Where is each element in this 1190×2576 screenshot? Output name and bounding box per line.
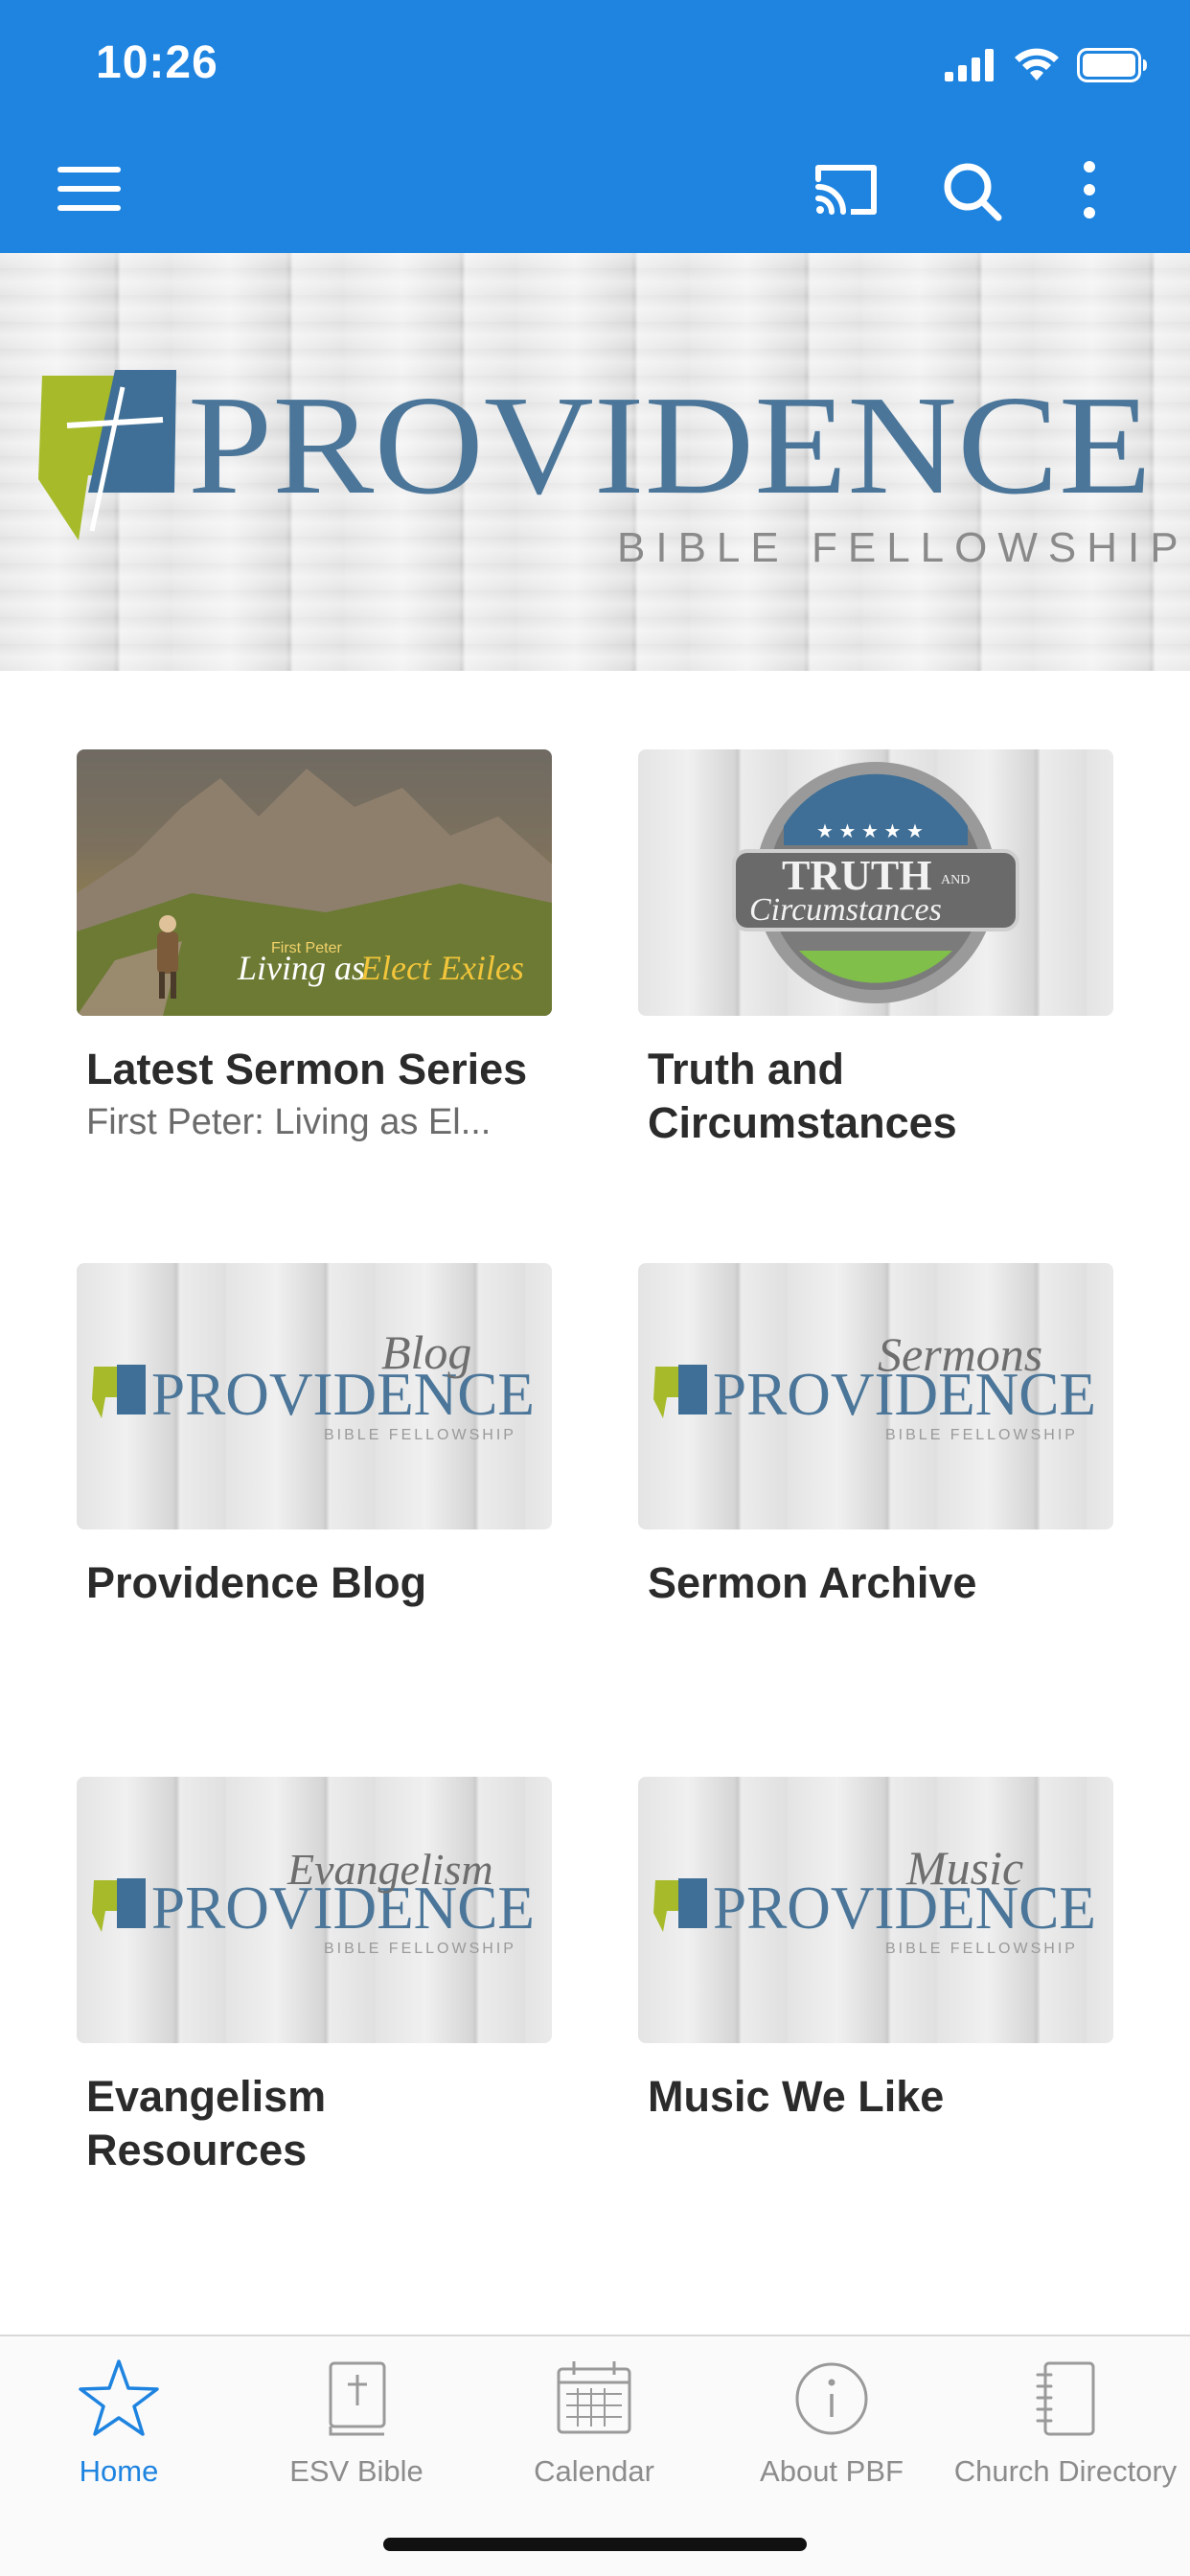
tile-sermon-archive[interactable]: PROVIDENCE BIBLE FELLOWSHIP Sermons Serm… xyxy=(638,1263,1113,1610)
cast-icon[interactable] xyxy=(812,158,880,221)
thumbnail-music: PROVIDENCE BIBLE FELLOWSHIP Music xyxy=(638,1777,1113,2043)
svg-text:Blog: Blog xyxy=(381,1325,471,1379)
tab-calendar[interactable]: Calendar xyxy=(475,2356,713,2489)
notebook-icon xyxy=(1036,2361,1095,2436)
tab-about-pbf[interactable]: About PBF xyxy=(713,2356,950,2489)
providence-logo: PROVIDENCE BIBLE FELLOWSHIP xyxy=(38,367,1189,571)
tab-church-directory[interactable]: Church Directory xyxy=(947,2356,1184,2489)
thumbnail-truth-and-circumstances: ★ ★ ★ ★ ★ TRUTH AND Circumstances xyxy=(638,749,1113,1016)
status-icons xyxy=(945,44,1148,86)
tab-label: ESV Bible xyxy=(289,2454,423,2488)
tab-label: Home xyxy=(79,2454,159,2488)
tile-evangelism-resources[interactable]: PROVIDENCE BIBLE FELLOWSHIP Evangelism E… xyxy=(77,1777,552,2177)
info-icon xyxy=(795,2362,868,2435)
tile-title: Providence Blog xyxy=(86,1558,427,1607)
wifi-icon xyxy=(1015,48,1059,80)
tile-title: Evangelism Resources xyxy=(86,2072,327,2174)
battery-icon xyxy=(1077,48,1147,82)
tile-title: Truth and Circumstances xyxy=(648,1045,957,1147)
thumbnail-sermons: PROVIDENCE BIBLE FELLOWSHIP Sermons xyxy=(638,1263,1113,1530)
tab-label: Calendar xyxy=(534,2454,654,2488)
signal-icon xyxy=(945,49,994,81)
more-options-icon[interactable] xyxy=(1065,158,1113,221)
svg-text:★ ★ ★ ★ ★: ★ ★ ★ ★ ★ xyxy=(816,821,924,842)
svg-text:Circumstances: Circumstances xyxy=(749,892,942,928)
tile-latest-sermon-series[interactable]: First Peter Living as Elect Exiles Lates… xyxy=(77,749,552,1144)
tab-label: Church Directory xyxy=(953,2454,1178,2488)
star-icon xyxy=(79,2359,159,2436)
tab-esv-bible[interactable]: ESV Bible xyxy=(238,2356,475,2489)
svg-text:PROVIDENCE: PROVIDENCE xyxy=(188,367,1152,524)
thumbnail-blog: PROVIDENCE BIBLE FELLOWSHIP Blog xyxy=(77,1263,552,1530)
svg-text:Evangelism: Evangelism xyxy=(286,1845,493,1894)
svg-text:Sermons: Sermons xyxy=(878,1327,1042,1381)
tab-home[interactable]: Home xyxy=(0,2356,238,2489)
hero-banner: PROVIDENCE BIBLE FELLOWSHIP xyxy=(0,253,1190,671)
svg-text:BIBLE FELLOWSHIP: BIBLE FELLOWSHIP xyxy=(324,1941,516,1957)
svg-text:BIBLE FELLOWSHIP: BIBLE FELLOWSHIP xyxy=(885,1941,1078,1957)
home-indicator xyxy=(383,2538,807,2551)
status-time: 10:26 xyxy=(96,37,218,88)
svg-text:Elect Exiles: Elect Exiles xyxy=(359,949,524,987)
tile-music-we-like[interactable]: PROVIDENCE BIBLE FELLOWSHIP Music Music … xyxy=(638,1777,1113,2124)
svg-text:PROVIDENCE: PROVIDENCE xyxy=(151,1360,535,1428)
svg-text:Music: Music xyxy=(905,1841,1023,1895)
calendar-icon xyxy=(557,2361,631,2434)
svg-text:BIBLE FELLOWSHIP: BIBLE FELLOWSHIP xyxy=(324,1427,516,1443)
svg-text:BIBLE FELLOWSHIP: BIBLE FELLOWSHIP xyxy=(885,1427,1078,1443)
tile-title: Music We Like xyxy=(648,2072,945,2121)
svg-text:PROVIDENCE: PROVIDENCE xyxy=(713,1874,1096,1942)
tile-subtitle: First Peter: Living as El... xyxy=(86,1102,492,1142)
thumbnail-living-as-elect-exiles: First Peter Living as Elect Exiles xyxy=(77,749,552,1016)
svg-text:Living as: Living as xyxy=(237,949,365,987)
search-icon[interactable] xyxy=(939,158,1006,221)
tile-providence-blog[interactable]: PROVIDENCE BIBLE FELLOWSHIP Blog Provide… xyxy=(77,1263,552,1610)
tile-truth-and-circumstances[interactable]: ★ ★ ★ ★ ★ TRUTH AND Circumstances Truth … xyxy=(638,749,1113,1150)
tile-title: Sermon Archive xyxy=(648,1558,977,1607)
bible-icon xyxy=(329,2361,386,2436)
tile-title: Latest Sermon Series xyxy=(86,1045,528,1093)
menu-button[interactable] xyxy=(57,165,121,213)
tab-label: About PBF xyxy=(760,2454,904,2488)
svg-text:AND: AND xyxy=(941,873,970,887)
svg-text:BIBLE FELLOWSHIP: BIBLE FELLOWSHIP xyxy=(617,524,1189,571)
thumbnail-evangelism: PROVIDENCE BIBLE FELLOWSHIP Evangelism xyxy=(77,1777,552,2043)
app-bar: 10:26 xyxy=(0,0,1190,253)
